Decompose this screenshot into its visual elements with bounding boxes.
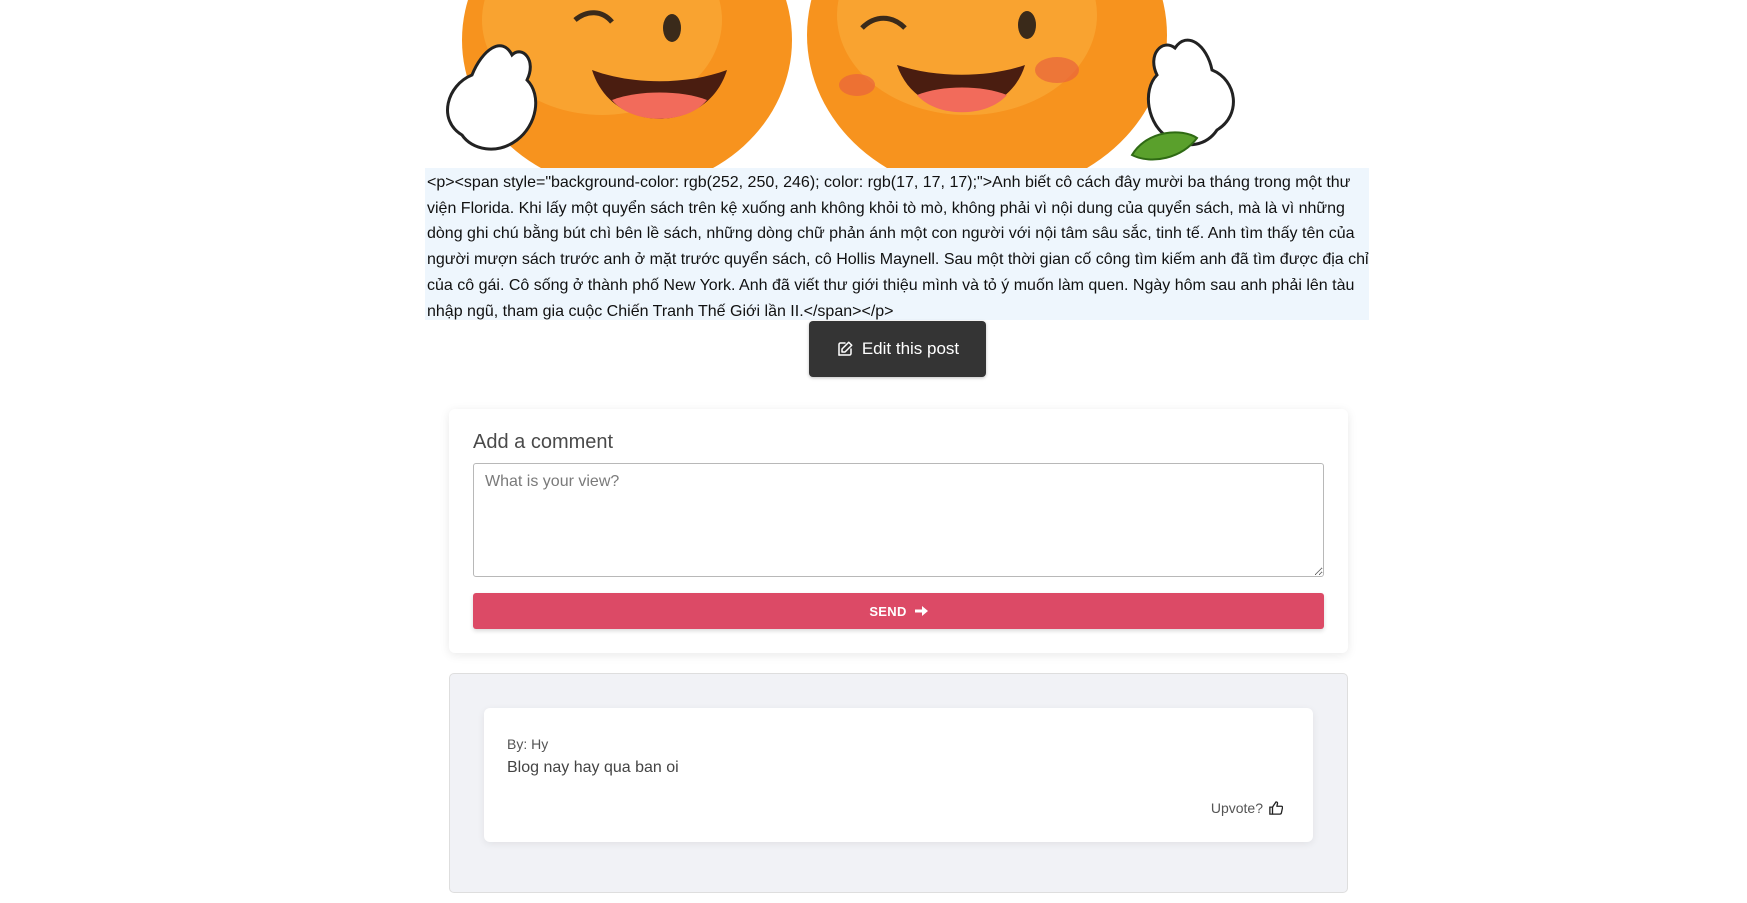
comment-form: Add a comment SEND	[449, 409, 1348, 653]
post-image	[427, 0, 1322, 168]
send-label: SEND	[869, 603, 907, 619]
edit-post-button[interactable]: Edit this post	[809, 321, 986, 377]
edit-post-label: Edit this post	[861, 339, 960, 358]
comment-form-title: Add a comment	[473, 431, 614, 453]
post-body: <p><span style="background-color: rgb(25…	[425, 168, 1369, 320]
comment-item: By: Hy Blog nay hay qua ban oi Upvote?	[484, 708, 1313, 842]
thumbs-up-icon	[1269, 801, 1283, 815]
orange-mascots-illustration	[446, 0, 1235, 168]
upvote-label: Upvote?	[1210, 800, 1263, 816]
pencil-square-icon	[838, 341, 853, 356]
upvote-button[interactable]: Upvote?	[1211, 800, 1283, 816]
comments-section: By: Hy Blog nay hay qua ban oi Upvote?	[449, 673, 1348, 893]
arrow-right-icon	[914, 606, 928, 616]
comment-author: By: Hy	[507, 736, 549, 752]
send-button[interactable]: SEND	[473, 593, 1324, 629]
comment-text: Blog nay hay qua ban oi	[507, 759, 679, 776]
comment-input[interactable]	[473, 463, 1324, 577]
